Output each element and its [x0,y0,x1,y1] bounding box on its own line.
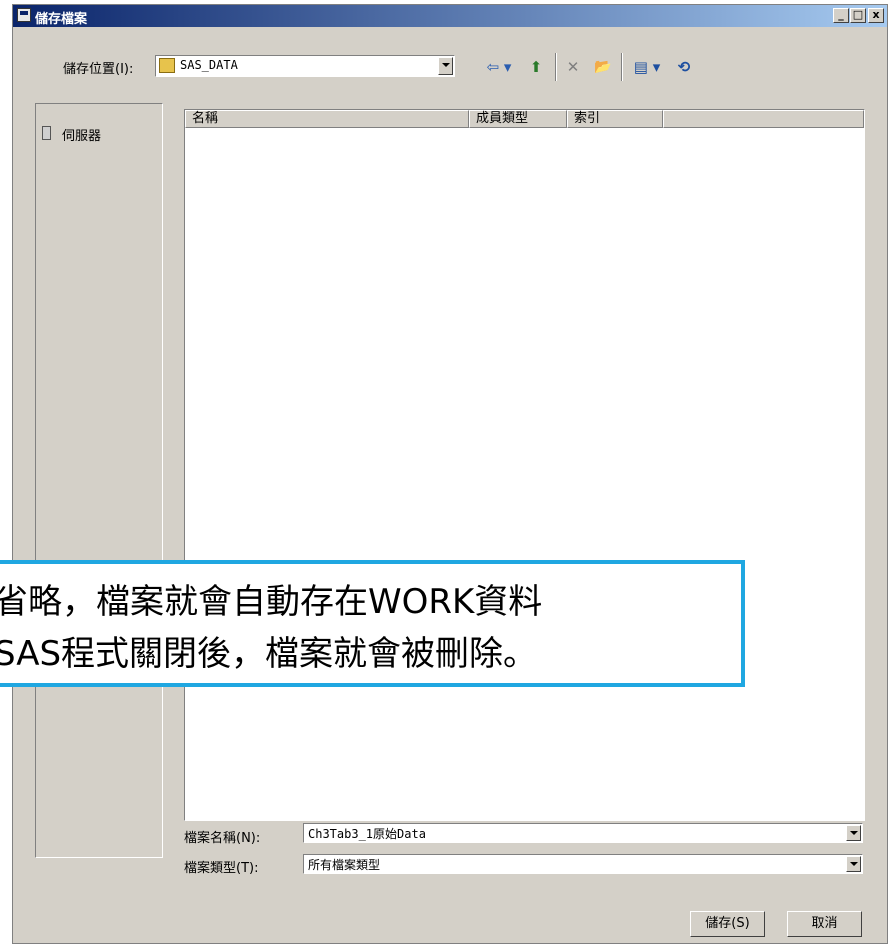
filename-value: Ch3Tab3_1原始Data [308,827,426,841]
column-header-index[interactable]: 索引 [567,110,663,128]
column-header-member-type[interactable]: 成員類型 [469,110,567,128]
save-file-dialog: 儲存檔案 _ □ x 儲存位置(I): SAS_DATA ⇦ ▾ ⬆ ✕ 📂 ▤… [12,4,888,944]
toolbar-separator [621,53,623,81]
minimize-button[interactable]: _ [833,8,849,23]
callout-line-2: SAS程式關閉後，檔案就會被刪除。 [0,634,538,674]
column-header-filler [663,110,864,128]
callout-line-1: 省略，檔案就會自動存在WORK資料 [0,582,543,622]
refresh-icon[interactable]: ⟲ [673,56,695,78]
save-button[interactable]: 儲存(S) [690,911,765,937]
save-location-label: 儲存位置(I): [63,62,134,77]
delete-icon[interactable]: ✕ [561,56,585,78]
file-list[interactable]: 名稱 成員類型 索引 [184,109,865,821]
database-icon [159,58,175,73]
dialog-title: 儲存檔案 [35,12,88,27]
filename-label: 檔案名稱(N): [184,831,261,846]
save-location-value: SAS_DATA [180,58,238,72]
views-icon[interactable]: ▤ ▾ [627,56,667,78]
column-header-name[interactable]: 名稱 [185,110,469,128]
new-folder-icon[interactable]: 📂 [591,56,615,78]
save-disk-icon [17,8,31,22]
close-button[interactable]: x [868,8,884,23]
toolbar-separator [555,53,557,81]
up-folder-icon[interactable]: ⬆ [525,56,547,78]
filetype-value: 所有檔案類型 [308,858,381,872]
filename-input[interactable]: Ch3Tab3_1原始Data [303,823,863,843]
server-icon [42,126,51,140]
chevron-down-icon[interactable] [438,57,453,75]
cancel-button[interactable]: 取消 [787,911,862,937]
maximize-button[interactable]: □ [850,8,866,23]
places-item-label: 伺服器 [62,129,102,144]
filetype-select[interactable]: 所有檔案類型 [303,854,863,874]
save-location-select[interactable]: SAS_DATA [155,55,455,77]
back-arrow-icon[interactable]: ⇦ ▾ [479,56,519,78]
chevron-down-icon[interactable] [846,825,861,841]
chevron-down-icon[interactable] [846,856,861,872]
places-bar: 伺服器 [35,103,163,858]
places-item-server[interactable]: 伺服器 [42,124,152,144]
filetype-label: 檔案類型(T): [184,861,259,876]
title-bar[interactable]: 儲存檔案 _ □ x [13,5,887,27]
annotation-callout: 省略，檔案就會自動存在WORK資料 SAS程式關閉後，檔案就會被刪除。 [0,560,745,687]
